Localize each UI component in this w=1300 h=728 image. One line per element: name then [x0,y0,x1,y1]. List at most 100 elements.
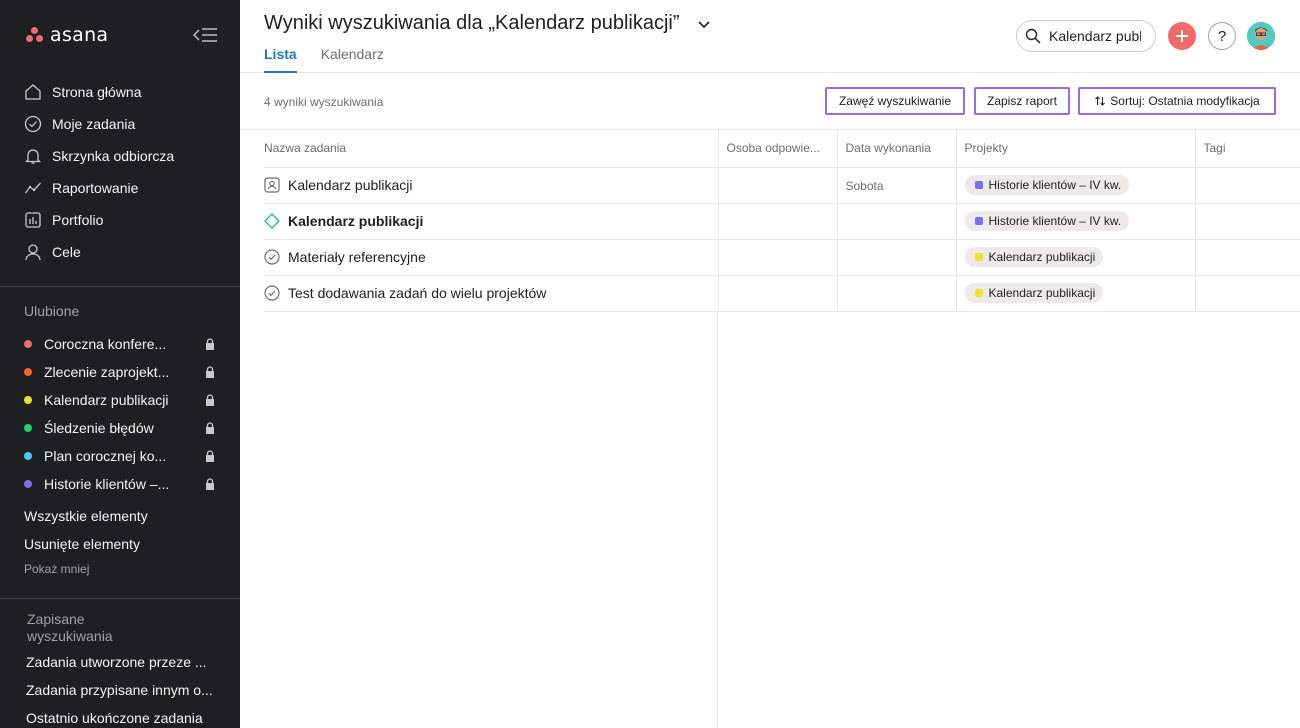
search-box[interactable] [1016,20,1156,52]
avatar[interactable] [1247,22,1275,50]
plus-icon [1176,30,1188,42]
tab-list-label: Lista [264,46,297,62]
column-header-tags[interactable]: Tagi [1194,130,1300,168]
save-report-button[interactable]: Zapisz raport [974,87,1070,115]
favorite-label: Zlecenie zaprojekt... [44,364,170,380]
tags-cell[interactable] [1194,203,1300,240]
project-pill-label: Historie klientów – IV kw. [988,214,1122,228]
due-date-cell[interactable] [836,239,956,276]
project-color-dot [974,253,983,261]
deleted-items-link[interactable]: Usunięte elementy [24,530,148,558]
saved-searches-list: Zadania utworzone przeze ... Zadania prz… [26,648,222,728]
tags-cell[interactable] [1194,239,1300,276]
project-pill[interactable]: Historie klientów – IV kw. [964,211,1130,231]
help-icon: ? [1217,27,1227,45]
project-pill-label: Kalendarz publikacji [988,286,1096,300]
task-name-cell[interactable]: Kalendarz publikacji [264,203,718,240]
tab-calendar[interactable]: Kalendarz [321,46,384,73]
favorite-item[interactable]: Kalendarz publikacji [24,386,216,414]
favorite-item[interactable]: Zlecenie zaprojekt... [24,358,216,386]
saved-search-item[interactable]: Zadania utworzone przeze ... [26,648,222,676]
nav-my-tasks-label: Moje zadania [52,116,136,132]
column-header-assignee[interactable]: Osoba odpowie... [717,130,837,168]
nav-my-tasks[interactable]: Moje zadania [24,108,224,140]
tab-list[interactable]: Lista [264,46,297,73]
help-button[interactable]: ? [1208,22,1236,50]
task-name-cell[interactable]: Kalendarz publikacji [264,167,718,204]
check-circle-icon[interactable] [264,249,280,265]
due-date-cell[interactable]: Sobota [836,167,956,204]
nav-inbox-label: Skrzynka odbiorcza [52,148,175,164]
nav-portfolio[interactable]: Portfolio [24,204,224,236]
table-row[interactable]: Kalendarz publikacji Sobota Historie kli… [264,167,1300,204]
tags-cell[interactable] [1194,167,1300,204]
saved-search-item[interactable]: Ostatnio ukończone zadania [26,704,222,728]
project-pill-label: Historie klientów – IV kw. [988,178,1122,192]
favorite-item[interactable]: Historie klientów –... [24,470,216,498]
assignee-cell[interactable] [717,167,837,204]
milestone-icon[interactable] [264,213,280,229]
table-row[interactable]: Test dodawania zadań do wielu projektów … [264,275,1300,312]
favorite-item[interactable]: Coroczna konfere... [24,330,216,358]
lock-icon [206,422,214,434]
add-button[interactable] [1168,22,1196,50]
nav-goals[interactable]: Cele [24,236,224,268]
asana-logo-icon [26,27,44,43]
chevron-down-icon[interactable] [696,16,712,32]
assignee-cell[interactable] [717,203,837,240]
results-table: Nazwa zadania Osoba odpowie... Data wyko… [264,130,1300,312]
task-name-cell[interactable]: Materiały referencyjne [264,239,718,276]
show-less-link[interactable]: Pokaż mniej [24,562,89,576]
due-date-cell[interactable] [836,275,956,312]
projects-cell[interactable]: Historie klientów – IV kw. [955,167,1195,204]
due-date: Sobota [845,179,884,193]
refine-search-button[interactable]: Zawęź wyszukiwanie [825,87,965,115]
projects-cell[interactable]: Kalendarz publikacji [955,239,1195,276]
view-tabs: Lista Kalendarz [264,46,384,73]
project-color-dot [24,340,32,348]
results-toolbar: 4 wyniki wyszukiwania Zawęź wyszukiwanie… [240,74,1300,130]
project-pill[interactable]: Kalendarz publikacji [964,247,1104,267]
sort-button[interactable]: Sortuj: Ostatnia modyfikacja [1078,87,1276,115]
nav-reporting[interactable]: Raportowanie [24,172,224,204]
collapse-sidebar-icon[interactable] [192,26,218,44]
projects-cell[interactable]: Historie klientów – IV kw. [955,203,1195,240]
nav-inbox[interactable]: Skrzynka odbiorcza [24,140,224,172]
task-name-cell[interactable]: Test dodawania zadań do wielu projektów [264,275,718,312]
projects-cell[interactable]: Kalendarz publikacji [955,275,1195,312]
all-items-link[interactable]: Wszystkie elementy [24,502,148,530]
portfolio-icon [25,212,41,228]
task-name: Kalendarz publikacji [288,177,413,193]
favorite-item[interactable]: Śledzenie błędów [24,414,216,442]
task-name: Kalendarz publikacji [288,213,424,229]
due-date-cell[interactable] [836,203,956,240]
sort-label: Sortuj: Ostatnia modyfikacja [1110,94,1260,108]
project-pill[interactable]: Kalendarz publikacji [964,283,1104,303]
table-row[interactable]: Kalendarz publikacji Historie klientów –… [264,203,1300,240]
table-row[interactable]: Materiały referencyjne Kalendarz publika… [264,239,1300,276]
result-count: 4 wyniki wyszukiwania [264,95,384,109]
search-input[interactable] [1049,28,1141,44]
column-header-due-date[interactable]: Data wykonania [836,130,956,168]
favorite-item[interactable]: Plan corocznej ko... [24,442,216,470]
lock-icon [206,338,214,350]
search-icon [1025,28,1041,44]
assignee-cell[interactable] [717,239,837,276]
project-pill[interactable]: Historie klientów – IV kw. [964,175,1130,195]
check-circle-icon[interactable] [264,285,280,301]
column-header-task-name[interactable]: Nazwa zadania [264,130,718,168]
sidebar-divider [0,286,240,287]
bell-icon [24,149,42,164]
approval-icon[interactable] [264,177,280,193]
favorites-list: Coroczna konfere... Zlecenie zaprojekt..… [24,330,216,498]
saved-search-item[interactable]: Zadania przypisane innym o... [26,676,222,704]
assignee-cell[interactable] [717,275,837,312]
sidebar-divider [0,598,240,599]
tags-cell[interactable] [1194,275,1300,312]
column-header-projects[interactable]: Projekty [955,130,1195,168]
chart-line-icon [24,182,41,194]
nav-home[interactable]: Strona główna [24,76,224,108]
sidebar: asana Strona główna Moje zadania Skrzynk… [0,0,240,728]
favorite-label: Kalendarz publikacji [44,392,169,408]
task-name: Materiały referencyjne [288,249,426,265]
